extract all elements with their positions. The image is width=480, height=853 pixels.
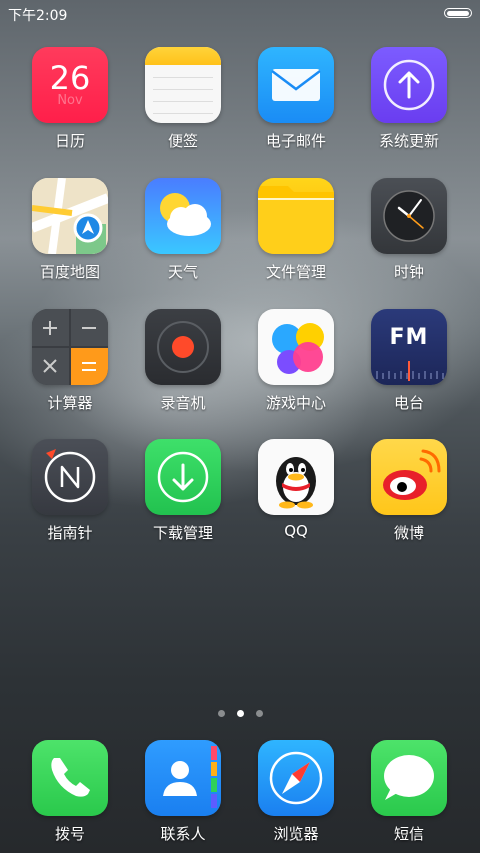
qq-penguin-icon xyxy=(258,439,334,515)
app-calendar[interactable]: 26 Nov 日历 xyxy=(20,47,120,151)
record-icon xyxy=(145,309,221,385)
app-notes[interactable]: 便签 xyxy=(133,47,233,151)
app-label: 时钟 xyxy=(393,263,424,281)
page-dot[interactable] xyxy=(255,710,263,717)
app-label: 联系人 xyxy=(160,825,206,843)
app-label: 天气 xyxy=(167,263,198,281)
app-system-update[interactable]: 系统更新 xyxy=(359,47,459,151)
radio-fm-icon: FM xyxy=(371,309,447,385)
app-download-manager[interactable]: 下载管理 xyxy=(133,439,233,543)
clock-icon xyxy=(371,178,447,254)
status-bar: 下午2:09 xyxy=(0,0,480,28)
mail-icon xyxy=(258,47,334,123)
page-dot[interactable] xyxy=(217,710,225,717)
app-label: 日历 xyxy=(54,132,85,150)
app-qq[interactable]: QQ xyxy=(246,439,346,540)
calendar-icon-month: Nov xyxy=(57,93,83,108)
app-label: 计算器 xyxy=(47,394,93,412)
app-label: 系统更新 xyxy=(378,132,439,150)
app-label: 下载管理 xyxy=(152,524,213,542)
app-game-center[interactable]: 游戏中心 xyxy=(246,309,346,413)
app-label: 便签 xyxy=(167,132,198,150)
calendar-icon-day: 26 xyxy=(49,59,91,97)
app-clock[interactable]: 时钟 xyxy=(359,178,459,282)
app-file-manager[interactable]: 文件管理 xyxy=(246,178,346,282)
calendar-icon: 26 Nov xyxy=(32,47,108,123)
app-label: QQ xyxy=(284,522,308,540)
message-bubble-icon xyxy=(371,740,447,816)
app-label: 浏览器 xyxy=(273,825,319,843)
page-dot-active[interactable] xyxy=(236,710,244,717)
app-label: 电子邮件 xyxy=(265,132,326,150)
app-email[interactable]: 电子邮件 xyxy=(246,47,346,151)
game-center-bubbles-icon xyxy=(258,309,334,385)
contacts-icon xyxy=(145,740,221,816)
app-weather[interactable]: 天气 xyxy=(133,178,233,282)
status-time: 下午2:09 xyxy=(8,8,68,24)
dock-contacts[interactable]: 联系人 xyxy=(133,740,233,844)
app-label: 文件管理 xyxy=(265,263,326,281)
map-icon xyxy=(32,178,108,254)
phone-icon xyxy=(32,740,108,816)
compass-browser-icon xyxy=(258,740,334,816)
weather-sun-cloud-icon xyxy=(145,178,221,254)
weibo-icon xyxy=(371,439,447,515)
battery-icon xyxy=(444,8,472,18)
dock-phone[interactable]: 拨号 xyxy=(20,740,120,844)
folder-icon xyxy=(258,178,334,254)
update-arrow-icon xyxy=(371,47,447,123)
app-label: 百度地图 xyxy=(39,263,100,281)
app-weibo[interactable]: 微博 xyxy=(359,439,459,543)
app-label: 指南针 xyxy=(47,524,93,542)
app-baidu-maps[interactable]: 百度地图 xyxy=(20,178,120,282)
app-calculator[interactable]: 计算器 xyxy=(20,309,120,413)
app-recorder[interactable]: 录音机 xyxy=(133,309,233,413)
notes-icon xyxy=(145,47,221,123)
app-label: 短信 xyxy=(393,825,424,843)
app-label: 游戏中心 xyxy=(265,394,326,412)
download-arrow-icon xyxy=(145,439,221,515)
calculator-icon xyxy=(32,309,108,385)
app-label: 拨号 xyxy=(54,825,85,843)
page-indicator xyxy=(0,702,480,721)
app-label: 录音机 xyxy=(160,394,206,412)
compass-icon xyxy=(32,439,108,515)
app-label: 电台 xyxy=(393,394,424,412)
dock-browser[interactable]: 浏览器 xyxy=(246,740,346,844)
app-compass[interactable]: 指南针 xyxy=(20,439,120,543)
app-label: 微博 xyxy=(393,524,424,542)
app-radio[interactable]: FM 电台 xyxy=(359,309,459,413)
dock-messages[interactable]: 短信 xyxy=(359,740,459,844)
